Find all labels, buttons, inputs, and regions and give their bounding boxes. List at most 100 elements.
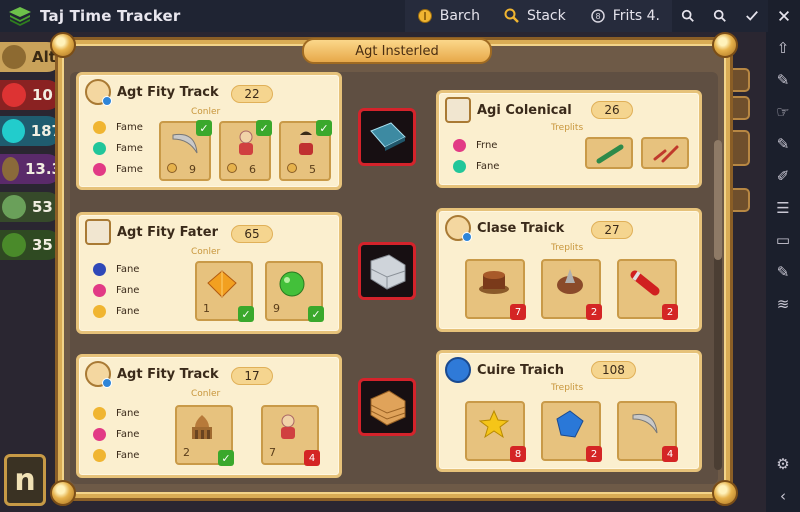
canister-icon xyxy=(630,270,660,296)
sub-label: Treplits xyxy=(551,123,584,133)
stack-button[interactable]: Stack xyxy=(491,0,578,32)
sickle-icon xyxy=(632,413,658,434)
count-badge: 7 xyxy=(510,304,526,320)
search-button-2[interactable] xyxy=(704,0,736,32)
item-slot[interactable]: 2 ✓ xyxy=(175,405,234,466)
yellow-dot-icon xyxy=(93,449,106,462)
confirm-button[interactable] xyxy=(736,0,768,32)
track-card[interactable]: Agt Fity Track 17 Conler Fane Fane Fane … xyxy=(76,354,342,478)
item-slot[interactable]: 9 ✓ xyxy=(159,120,212,181)
card-header: Agt Fity Track xyxy=(85,361,219,388)
document-button[interactable]: ☰ xyxy=(766,192,800,224)
horse-icon xyxy=(2,157,19,181)
verified-icon xyxy=(102,378,112,388)
frits-label: Frits 4. xyxy=(612,8,660,24)
blue-orb-icon xyxy=(445,357,471,383)
legend-item: Fame xyxy=(93,121,143,134)
screen-button[interactable]: ▭ xyxy=(766,224,800,256)
item-slot[interactable]: 7 xyxy=(465,259,526,320)
count-badge: 65 xyxy=(231,225,273,243)
wood-tile[interactable] xyxy=(358,378,416,436)
edit-button[interactable]: ✐ xyxy=(766,160,800,192)
pen-button[interactable]: ✎ xyxy=(766,64,800,96)
item-slot[interactable]: 2 xyxy=(541,401,602,462)
item-slot[interactable]: 2 xyxy=(617,259,678,320)
arrow-up-icon: ⇧ xyxy=(776,39,790,57)
item-slot[interactable]: 9 ✓ xyxy=(265,261,324,322)
legend-item: Fane xyxy=(93,407,139,420)
check-icon xyxy=(746,11,758,21)
bg-chip: 53 xyxy=(0,192,62,222)
item-slot[interactable] xyxy=(641,137,689,169)
scroll-icon xyxy=(2,233,26,257)
app-title: Taj Time Tracker xyxy=(40,7,181,25)
frits-button[interactable]: 8 Frits 4. xyxy=(577,0,672,32)
item-slot[interactable]: 6 ✓ xyxy=(219,120,272,181)
card-title: Agi Colenical xyxy=(477,102,572,118)
bottom-left-button[interactable]: n xyxy=(4,454,46,506)
pencil-icon: ✎ xyxy=(776,135,790,153)
svg-text:8: 8 xyxy=(595,12,600,21)
barch-button[interactable]: Barch xyxy=(404,0,492,32)
upload-button[interactable]: ⇧ xyxy=(766,32,800,64)
sword-icon xyxy=(2,119,25,143)
layers-icon: ≋ xyxy=(776,295,790,313)
book-tile[interactable] xyxy=(358,108,416,166)
legend-item: Fane xyxy=(93,449,139,462)
item-slot[interactable]: 1 ✓ xyxy=(195,261,254,322)
bg-chip: 35 xyxy=(0,230,62,260)
bowl-icon xyxy=(85,219,111,245)
document-icon: ☰ xyxy=(776,199,790,217)
title-bar: Taj Time Tracker Barch Stack 8 Frits 4. xyxy=(0,0,800,32)
bg-chip: 187 xyxy=(0,116,62,146)
back-button[interactable]: ‹ xyxy=(766,480,800,512)
pot-icon xyxy=(2,45,26,69)
scrollbar[interactable] xyxy=(714,140,722,470)
avatar xyxy=(445,215,472,242)
book-icon xyxy=(370,122,406,151)
item-slot[interactable] xyxy=(585,137,633,169)
item-slot[interactable]: 4 xyxy=(617,401,678,462)
settings-button[interactable]: ⚙ xyxy=(766,448,800,480)
item-slot[interactable]: 8 xyxy=(465,401,526,462)
track-card[interactable]: Agi Colenical 26 Treplits Frne Fane xyxy=(436,90,702,188)
right-toolbar: ⇧ ✎ ☞ ✎ ✐ ☰ ▭ ✎ ≋ ⚙ ‹ xyxy=(766,32,800,512)
item-slot[interactable]: 7 4 xyxy=(261,405,320,466)
hand-button[interactable]: ☞ xyxy=(766,96,800,128)
search-button[interactable] xyxy=(672,0,704,32)
count-badge: 2 xyxy=(662,304,678,320)
pencil-button[interactable]: ✎ xyxy=(766,128,800,160)
card-header: Agt Fity Track xyxy=(85,79,219,106)
figure-icon xyxy=(281,414,295,439)
card-header: Agi Colenical xyxy=(445,97,572,123)
close-button[interactable] xyxy=(768,0,800,32)
track-card[interactable]: Cuire Traich 108 Treplits 8 2 4 xyxy=(436,350,702,472)
scrollbar-thumb[interactable] xyxy=(714,140,722,260)
item-slot[interactable]: 5 ✓ xyxy=(279,120,332,181)
bowl-icon xyxy=(445,97,471,123)
check-icon: ✓ xyxy=(316,120,332,136)
chevron-left-icon: ‹ xyxy=(780,487,786,505)
check-icon: ✓ xyxy=(196,120,212,136)
legend-item: Fane xyxy=(93,284,139,297)
hand-icon: ☞ xyxy=(776,103,790,121)
background-stats: Alt 10 187 13.3 53 35 xyxy=(0,32,62,512)
card-header: Cuire Traich xyxy=(445,357,564,383)
count-badge: 108 xyxy=(591,361,636,379)
pink-dot-icon xyxy=(453,139,466,152)
layers-button[interactable]: ≋ xyxy=(766,288,800,320)
card-header: Clase Traick xyxy=(445,215,564,242)
sub-label: Treplits xyxy=(551,243,584,253)
stone-tile[interactable] xyxy=(358,242,416,300)
card-title: Agt Fity Track xyxy=(117,84,219,100)
tool-icon xyxy=(653,145,679,163)
yellow-dot-icon xyxy=(93,121,106,134)
brush-button[interactable]: ✎ xyxy=(766,256,800,288)
verified-icon xyxy=(102,96,112,106)
track-card[interactable]: Agt Fity Track 22 Conler Fame Fame Fame … xyxy=(76,72,342,190)
track-card[interactable]: Clase Traick 27 Treplits 7 2 2 xyxy=(436,208,702,332)
rotate-icon: 8 xyxy=(590,9,605,23)
track-card[interactable]: Agt Fity Fater 65 Conler Fane Fane Fane … xyxy=(76,212,342,334)
item-slot[interactable]: 2 xyxy=(541,259,602,320)
count-badge: 27 xyxy=(591,221,633,239)
